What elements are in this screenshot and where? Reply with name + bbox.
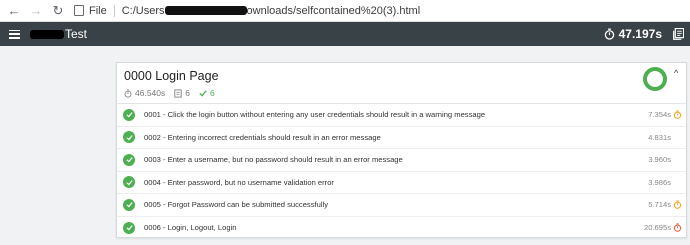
forward-icon[interactable]: → — [28, 3, 44, 19]
test-row[interactable]: 0003 - Enter a username, but no password… — [117, 149, 686, 172]
suite-duration: 46.540s — [135, 88, 166, 98]
test-duration: 4.831s — [648, 132, 671, 142]
slow-test-clock-icon — [673, 110, 682, 119]
stopwatch-icon — [604, 28, 614, 40]
test-duration: 7.354s — [648, 110, 671, 120]
pass-check-icon — [123, 131, 135, 144]
pass-check-icon — [123, 221, 135, 234]
redacted-title-segment — [30, 29, 64, 39]
total-time: 47.197s — [618, 27, 662, 41]
test-name: 0005 - Forgot Password can be submitted … — [144, 200, 329, 210]
test-row[interactable]: 0001 - Click the login button without en… — [117, 104, 686, 127]
test-row[interactable]: 0004 - Enter password, but no username v… — [117, 172, 686, 194]
url-prefix: C:/Users — [121, 4, 165, 17]
reload-icon[interactable]: ↻ — [50, 3, 66, 19]
app-title: Test — [30, 27, 87, 41]
slow-test-clock-icon — [673, 200, 682, 209]
check-icon — [199, 90, 207, 97]
suite-count: 6 — [185, 88, 190, 98]
test-duration: 5.714s — [648, 200, 671, 210]
test-name: 0006 - Login, Logout, Login — [144, 223, 237, 233]
test-name: 0003 - Enter a username, but no password… — [144, 155, 403, 165]
menu-icon[interactable] — [9, 29, 20, 39]
test-duration: 20.695s — [643, 223, 671, 233]
report-icon[interactable] — [673, 28, 684, 40]
test-row[interactable]: 0006 - Login, Logout, Login 20.695s — [117, 217, 686, 240]
redacted-url-segment — [164, 6, 247, 15]
test-name: 0002 - Entering incorrect credentials sh… — [144, 132, 381, 142]
back-icon[interactable]: ← — [6, 3, 22, 19]
test-row[interactable]: 0005 - Forgot Password can be submitted … — [117, 194, 686, 217]
pass-rate-donut — [643, 67, 667, 91]
app-header: Test 47.197s — [0, 22, 690, 46]
url-separator — [113, 4, 115, 17]
file-info-icon[interactable] — [74, 5, 84, 16]
pass-check-icon — [123, 108, 135, 121]
test-name: 0001 - Click the login button without en… — [144, 110, 486, 120]
suite-card: 0000 Login Page 46.540s 6 6 ^ 0001 - Cli… — [116, 62, 687, 238]
test-count-icon — [174, 88, 182, 98]
suite-passed-stat: 6 — [199, 88, 215, 98]
stopwatch-icon — [124, 89, 132, 98]
pass-check-icon — [123, 176, 135, 189]
test-name: 0004 - Enter password, but no username v… — [144, 177, 334, 187]
suite-title: 0000 Login Page — [124, 69, 219, 83]
pass-check-icon — [123, 198, 135, 211]
file-label: File — [89, 4, 107, 17]
suite-count-stat: 6 — [174, 88, 190, 98]
slow-test-clock-icon — [673, 222, 682, 232]
test-list: 0001 - Click the login button without en… — [117, 104, 686, 239]
url-suffix: ownloads/selfcontained%20(3).html — [246, 4, 421, 17]
test-row[interactable]: 0002 - Entering incorrect credentials sh… — [117, 127, 686, 149]
pass-check-icon — [123, 153, 135, 166]
test-duration: 3.960s — [648, 155, 671, 165]
browser-toolbar: ← → ↻ File C:/Users ownloads/selfcontain… — [0, 0, 690, 22]
app-title-text: Test — [65, 27, 88, 41]
suite-duration-stat: 46.540s — [124, 88, 165, 98]
suite-passed: 6 — [209, 88, 215, 98]
address-bar[interactable]: C:/Users ownloads/selfcontained%20(3).ht… — [122, 5, 420, 17]
suite-stats: 46.540s 6 6 — [124, 88, 224, 98]
suite-header[interactable]: 0000 Login Page 46.540s 6 6 ^ — [117, 63, 686, 104]
collapse-chevron-icon[interactable]: ^ — [674, 68, 678, 78]
test-duration: 3.986s — [648, 177, 671, 187]
